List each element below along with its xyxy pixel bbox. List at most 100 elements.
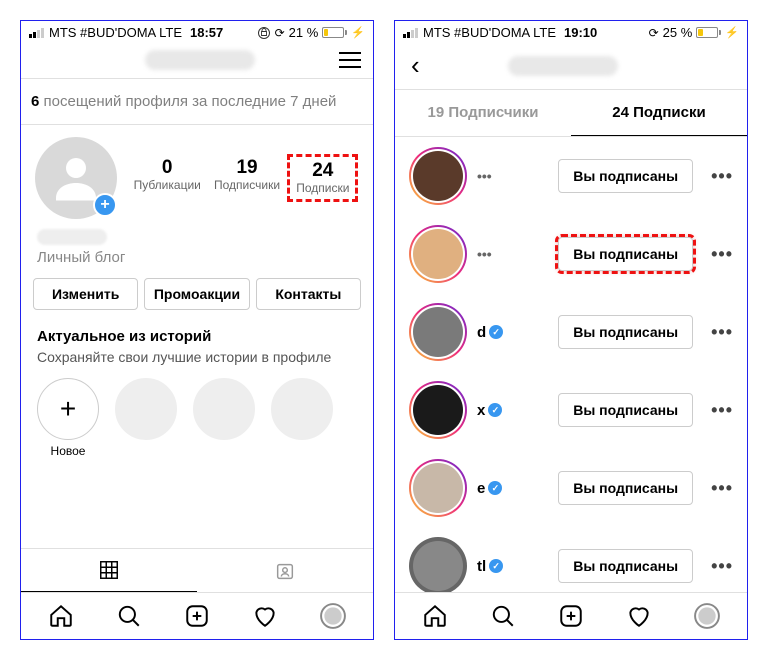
- new-post-icon[interactable]: [184, 603, 210, 629]
- status-time: 19:10: [564, 25, 597, 40]
- tab-grid[interactable]: [21, 549, 197, 592]
- more-options-icon[interactable]: •••: [711, 400, 733, 421]
- username-partial[interactable]: tl✓: [477, 558, 503, 575]
- more-options-icon[interactable]: •••: [711, 322, 733, 343]
- user-avatar[interactable]: [409, 147, 467, 205]
- battery-pct: 21 %: [289, 25, 319, 40]
- following-button[interactable]: Вы подписаны: [558, 237, 693, 271]
- more-options-icon[interactable]: •••: [711, 166, 733, 187]
- stat-followers[interactable]: 19 Подписчики: [208, 154, 286, 203]
- following-button[interactable]: Вы подписаны: [558, 315, 693, 349]
- new-highlight-label: Новое: [51, 444, 86, 458]
- activity-icon[interactable]: [252, 603, 278, 629]
- following-item: x✓ Вы подписаны •••: [395, 371, 747, 449]
- search-icon[interactable]: [116, 603, 142, 629]
- highlights-subtitle: Сохраняйте свои лучшие истории в профиле: [37, 348, 357, 366]
- battery-icon: [696, 27, 721, 38]
- highlight-placeholder: [193, 378, 255, 458]
- more-options-icon[interactable]: •••: [711, 244, 733, 265]
- username-partial[interactable]: e✓: [477, 480, 503, 497]
- promotions-button[interactable]: Промоакции: [144, 278, 249, 310]
- user-avatar[interactable]: [409, 459, 467, 517]
- highlight-placeholder: [271, 378, 333, 458]
- plus-icon: +: [37, 378, 99, 440]
- tab-followers[interactable]: 19 Подписчики: [395, 90, 571, 136]
- profile-stats: 0 Публикации 19 Подписчики 24 Подписки: [127, 154, 359, 203]
- avatar[interactable]: +: [35, 137, 117, 219]
- signal-icon: [29, 27, 45, 38]
- profile-icon[interactable]: [320, 603, 346, 629]
- username-blurred: [145, 50, 255, 70]
- carrier-text: MTS #BUD'DOMA LTE: [49, 25, 182, 40]
- menu-icon[interactable]: [339, 52, 361, 68]
- back-icon[interactable]: ‹: [411, 50, 420, 81]
- following-item: ••• Вы подписаны •••: [395, 137, 747, 215]
- grid-icon: [98, 559, 120, 581]
- profile-header: + 0 Публикации 19 Подписчики 24 Подписки: [21, 125, 373, 223]
- bio-category: Личный блог: [37, 249, 357, 266]
- more-options-icon[interactable]: •••: [711, 556, 733, 577]
- stat-posts[interactable]: 0 Публикации: [128, 154, 207, 203]
- battery-icon: [322, 27, 347, 38]
- network-activity-icon: ⟳: [649, 26, 659, 40]
- username-blurred: [508, 56, 618, 76]
- tagged-icon: [274, 560, 296, 582]
- home-icon[interactable]: [422, 603, 448, 629]
- more-options-icon[interactable]: •••: [711, 478, 733, 499]
- username-hidden: •••: [477, 168, 492, 184]
- following-button[interactable]: Вы подписаны: [558, 549, 693, 583]
- story-highlights-row: + Новое: [21, 366, 373, 464]
- new-highlight-button[interactable]: + Новое: [37, 378, 99, 458]
- verified-badge-icon: ✓: [489, 559, 503, 573]
- following-screen: MTS #BUD'DOMA LTE 19:10 ⟳ 25 % ⚡ ‹ 19 По…: [394, 20, 748, 640]
- username-partial[interactable]: d✓: [477, 324, 503, 341]
- network-activity-icon: ⟳: [275, 26, 285, 40]
- following-list: ••• Вы подписаны ••• ••• Вы подписаны ••• d✓ Вы…: [395, 137, 747, 592]
- search-icon[interactable]: [490, 603, 516, 629]
- user-avatar[interactable]: [409, 537, 467, 592]
- following-button[interactable]: Вы подписаны: [558, 471, 693, 505]
- profile-visits-banner[interactable]: 6 посещений профиля за последние 7 дней: [21, 79, 373, 125]
- orientation-lock-icon: [257, 26, 271, 40]
- username-partial[interactable]: x✓: [477, 402, 503, 419]
- add-story-icon[interactable]: +: [93, 193, 117, 217]
- profile-actions: Изменить Промоакции Контакты: [21, 268, 373, 320]
- bio-section: Личный блог: [21, 223, 373, 268]
- bottom-nav: [21, 592, 373, 639]
- username-hidden: •••: [477, 246, 492, 262]
- home-icon[interactable]: [48, 603, 74, 629]
- tab-tagged[interactable]: [197, 549, 373, 592]
- following-item: d✓ Вы подписаны •••: [395, 293, 747, 371]
- highlights-section: Актуальное из историй Сохраняйте свои лу…: [21, 320, 373, 366]
- user-avatar[interactable]: [409, 225, 467, 283]
- following-item: e✓ Вы подписаны •••: [395, 449, 747, 527]
- new-post-icon[interactable]: [558, 603, 584, 629]
- stat-following[interactable]: 24 Подписки: [287, 154, 358, 203]
- verified-badge-icon: ✓: [488, 481, 502, 495]
- status-bar: MTS #BUD'DOMA LTE 18:57 ⟳ 21 % ⚡: [21, 21, 373, 44]
- edit-profile-button[interactable]: Изменить: [33, 278, 138, 310]
- status-bar: MTS #BUD'DOMA LTE 19:10 ⟳ 25 % ⚡: [395, 21, 747, 44]
- highlights-title: Актуальное из историй: [37, 328, 357, 345]
- display-name-blurred: [37, 229, 107, 245]
- tab-following[interactable]: 24 Подписки: [571, 90, 747, 136]
- charging-icon: ⚡: [351, 26, 365, 39]
- followers-following-tabs: 19 Подписчики 24 Подписки: [395, 90, 747, 137]
- profile-screen: MTS #BUD'DOMA LTE 18:57 ⟳ 21 % ⚡ 6 посещ…: [20, 20, 374, 640]
- following-button[interactable]: Вы подписаны: [558, 393, 693, 427]
- charging-icon: ⚡: [725, 26, 739, 39]
- battery-pct: 25 %: [663, 25, 693, 40]
- carrier-text: MTS #BUD'DOMA LTE: [423, 25, 556, 40]
- visits-text: посещений профиля за последние 7 дней: [39, 93, 336, 110]
- verified-badge-icon: ✓: [488, 403, 502, 417]
- nav-bar: ‹: [395, 44, 747, 90]
- contacts-button[interactable]: Контакты: [256, 278, 361, 310]
- highlight-placeholder: [115, 378, 177, 458]
- signal-icon: [403, 27, 419, 38]
- user-avatar[interactable]: [409, 303, 467, 361]
- user-avatar[interactable]: [409, 381, 467, 439]
- activity-icon[interactable]: [626, 603, 652, 629]
- status-time: 18:57: [190, 25, 223, 40]
- profile-icon[interactable]: [694, 603, 720, 629]
- following-button[interactable]: Вы подписаны: [558, 159, 693, 193]
